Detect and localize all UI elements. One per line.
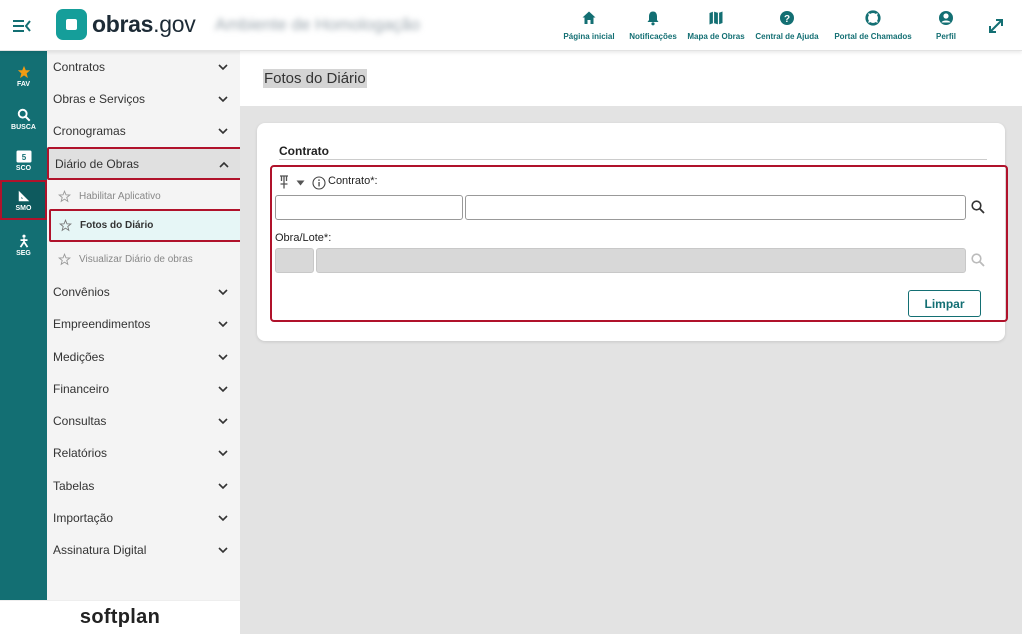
logo-text: obras.gov	[92, 11, 196, 37]
contrato-card: Contrato Contrato*: Obra/Lote*: Limpar	[257, 123, 1008, 341]
favorite-star-icon[interactable]	[58, 252, 71, 266]
map-icon	[709, 11, 723, 25]
pin-icon[interactable]	[278, 175, 290, 189]
menu-toggle-icon[interactable]	[12, 17, 32, 35]
svg-text:?: ?	[784, 14, 790, 25]
nav-notifications[interactable]: Notificações	[623, 0, 683, 51]
obra-lote-label: Obra/Lote*:	[275, 232, 332, 244]
sidebar-subitem-visualizar-diario[interactable]: Visualizar Diário de obras	[50, 243, 243, 275]
chevron-down-icon	[218, 96, 228, 103]
chevron-down-icon	[218, 483, 228, 490]
chevron-down-icon	[218, 386, 228, 393]
sidebar-item-obras-servicos[interactable]: Obras e Serviços	[47, 83, 240, 115]
sidebar-item-cronogramas[interactable]: Cronogramas	[47, 115, 240, 147]
sidebar-item-medicoes[interactable]: Medições	[47, 341, 240, 373]
environment-name: Ambiente de Homologação	[215, 15, 421, 34]
person-icon	[19, 234, 28, 248]
bell-icon	[647, 11, 659, 26]
rail-item-busca[interactable]: BUSCA	[0, 99, 47, 139]
sidebar-item-contratos[interactable]: Contratos	[47, 51, 240, 83]
sidebar-menu: Contratos Obras e Serviços Cronogramas D…	[47, 51, 243, 600]
rail-item-sco[interactable]: 5 SCO	[0, 141, 47, 181]
sidebar-item-financeiro[interactable]: Financeiro	[47, 373, 240, 405]
contrato-code-input[interactable]	[275, 195, 463, 220]
chevron-down-icon	[218, 128, 228, 135]
info-icon[interactable]	[312, 176, 326, 190]
app-logo[interactable]: obras.gov	[56, 9, 196, 40]
caret-down-icon[interactable]	[296, 180, 305, 186]
top-header: obras.gov Ambiente de Homologação Página…	[0, 0, 1022, 51]
top-nav: Página inicial Notificações Mapa de Obra…	[555, 0, 971, 51]
expand-icon[interactable]	[987, 17, 1005, 35]
chevron-down-icon	[218, 64, 228, 71]
svg-text:5: 5	[21, 153, 26, 162]
sidebar-item-assinatura-digital[interactable]: Assinatura Digital	[47, 534, 240, 566]
sidebar-subitem-habilitar-aplicativo[interactable]: Habilitar Aplicativo	[50, 180, 243, 212]
contrato-description-input[interactable]	[465, 195, 966, 220]
chevron-up-icon	[219, 161, 229, 168]
rail-item-fav[interactable]: FAV	[0, 56, 47, 96]
rail-item-smo[interactable]: SMO	[0, 180, 47, 220]
nav-profile[interactable]: Perfil	[921, 0, 971, 51]
chevron-down-icon	[218, 547, 228, 554]
sidebar-item-consultas[interactable]: Consultas	[47, 405, 240, 437]
ruler-icon	[18, 190, 29, 201]
sidebar-item-diario-obras[interactable]: Diário de Obras	[47, 147, 243, 180]
sidebar-item-tabelas[interactable]: Tabelas	[47, 470, 240, 502]
page-title: Fotos do Diário	[263, 69, 367, 88]
main-content: Fotos do Diário Contrato Contrato*: Obra…	[240, 51, 1022, 634]
chevron-down-icon	[218, 418, 228, 425]
obra-search-icon	[971, 253, 985, 267]
sidebar-subitem-fotos-diario[interactable]: Fotos do Diário	[49, 209, 243, 242]
obra-description-input	[316, 248, 966, 273]
home-icon	[582, 11, 596, 24]
sidebar-item-importacao[interactable]: Importação	[47, 502, 240, 534]
chevron-down-icon	[218, 450, 228, 457]
chevron-down-icon	[218, 515, 228, 522]
obra-code-input	[275, 248, 314, 273]
section-divider	[279, 159, 987, 160]
rail-item-seg[interactable]: SEG	[0, 225, 47, 265]
logo-mark-icon	[56, 9, 87, 40]
lifebuoy-icon	[865, 10, 881, 26]
star-icon	[17, 65, 30, 78]
nav-ticket-portal[interactable]: Portal de Chamados	[825, 0, 921, 51]
sco-icon: 5	[16, 150, 31, 163]
nav-map[interactable]: Mapa de Obras	[683, 0, 749, 51]
search-icon	[17, 108, 30, 121]
nav-home[interactable]: Página inicial	[555, 0, 623, 51]
chevron-down-icon	[218, 354, 228, 361]
contrato-search-icon[interactable]	[970, 199, 986, 215]
softplan-footer-logo: softplan	[0, 600, 240, 634]
section-title: Contrato	[279, 144, 329, 158]
nav-help-center[interactable]: ? Central de Ajuda	[749, 0, 825, 51]
chevron-down-icon	[218, 289, 228, 296]
help-icon: ?	[780, 11, 794, 25]
title-bar: Fotos do Diário	[240, 51, 1022, 106]
chevron-down-icon	[218, 321, 228, 328]
module-rail: FAV BUSCA 5 SCO SMO SEG	[0, 51, 47, 634]
contrato-label: Contrato*:	[328, 175, 378, 187]
sidebar-item-convenios[interactable]: Convênios	[47, 276, 240, 308]
clear-button[interactable]: Limpar	[908, 290, 981, 317]
contrato-form: Contrato*: Obra/Lote*: Limpar	[270, 165, 1008, 322]
sidebar-item-empreendimentos[interactable]: Empreendimentos	[47, 308, 240, 340]
favorite-star-icon[interactable]	[59, 219, 72, 232]
favorite-star-icon[interactable]	[58, 189, 71, 203]
user-icon	[939, 11, 953, 25]
sidebar-item-relatorios[interactable]: Relatórios	[47, 437, 240, 469]
